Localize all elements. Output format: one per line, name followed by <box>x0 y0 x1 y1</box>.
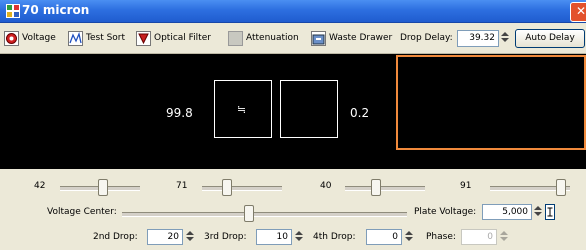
plate-voltage-spinner[interactable] <box>533 204 543 220</box>
spin-down-icon[interactable] <box>534 212 542 216</box>
voltage-button[interactable]: Voltage <box>4 30 56 46</box>
fourth-drop-spinner[interactable] <box>404 229 414 245</box>
slider-value-2: 71 <box>176 181 188 191</box>
drop-delay-field[interactable]: 39.32 <box>457 30 499 47</box>
attenuation-icon <box>228 30 243 46</box>
second-drop-label: 2nd Drop: <box>93 232 138 242</box>
spin-up-icon[interactable] <box>186 231 194 235</box>
waste-drawer-label: Waste Drawer <box>329 33 393 43</box>
slider-track-2[interactable] <box>202 186 282 191</box>
second-drop-spinner[interactable] <box>185 229 195 245</box>
slider-thumb-4[interactable] <box>556 179 566 196</box>
slider-thumb-2[interactable] <box>222 179 232 196</box>
test-sort-button[interactable]: Test Sort <box>68 30 125 46</box>
voltage-label: Voltage <box>22 33 56 43</box>
voltage-center-thumb[interactable] <box>244 205 254 222</box>
third-drop-field[interactable]: 10 <box>256 229 292 245</box>
optical-filter-label: Optical Filter <box>154 33 211 43</box>
slider-track-3[interactable] <box>345 186 425 191</box>
test-sort-label: Test Sort <box>86 33 126 43</box>
slider-value-4: 91 <box>460 181 472 191</box>
test-sort-icon <box>68 30 83 46</box>
phase-spinner[interactable] <box>499 229 509 245</box>
second-drop-field[interactable]: 20 <box>147 229 183 245</box>
spin-down-icon[interactable] <box>501 38 509 42</box>
title-bar: 70 micron ✕ <box>0 0 586 23</box>
voltage-center-track[interactable] <box>122 212 407 217</box>
auto-delay-button[interactable]: Auto Delay <box>515 29 585 48</box>
optical-filter-icon <box>136 30 151 46</box>
voltage-icon <box>4 30 19 46</box>
waste-drawer-icon <box>311 30 326 46</box>
spin-up-icon[interactable] <box>501 32 509 36</box>
app-icon <box>6 4 20 18</box>
fourth-drop-field[interactable]: 0 <box>366 229 402 245</box>
spin-down-icon[interactable] <box>295 237 303 241</box>
spin-up-icon[interactable] <box>500 231 508 235</box>
slider-thumb-3[interactable] <box>371 179 381 196</box>
right-percent: 0.2 <box>350 106 370 120</box>
center-stream-box: ≒ <box>214 80 272 138</box>
phase-label: Phase: <box>426 232 456 242</box>
third-drop-label: 3rd Drop: <box>204 232 247 242</box>
attenuation-button[interactable]: Attenuation <box>228 30 299 46</box>
slider-value-1: 42 <box>34 181 46 191</box>
spin-up-icon[interactable] <box>534 206 542 210</box>
spin-down-icon[interactable] <box>500 237 508 241</box>
plate-voltage-field[interactable]: 5,000 <box>482 204 532 220</box>
voltage-center-row: Voltage Center: Plate Voltage: 5,000 <box>0 200 586 224</box>
attenuation-label: Attenuation <box>246 33 299 43</box>
slider-thumb-1[interactable] <box>98 179 108 196</box>
slider-row: 42 71 40 91 <box>0 176 586 200</box>
fourth-drop-label: 4th Drop: <box>313 232 356 242</box>
voltage-center-label: Voltage Center: <box>47 207 117 217</box>
plate-voltage-label: Plate Voltage: <box>414 207 477 217</box>
spin-down-icon[interactable] <box>186 237 194 241</box>
waste-drawer-button[interactable]: Waste Drawer <box>311 30 392 46</box>
window-title: 70 micron <box>22 3 90 17</box>
close-button[interactable]: ✕ <box>570 2 586 22</box>
highlight-box <box>396 55 586 150</box>
toolbar: Voltage Test Sort Optical Filter Attenua… <box>0 23 586 54</box>
spin-down-icon[interactable] <box>405 237 413 241</box>
plate-voltage-lock-icon[interactable] <box>545 204 555 220</box>
optical-filter-button[interactable]: Optical Filter <box>136 30 211 46</box>
phase-field[interactable]: 0 <box>461 229 497 245</box>
spin-up-icon[interactable] <box>405 231 413 235</box>
drops-row: 2nd Drop: 20 3rd Drop: 10 4th Drop: 0 Ph… <box>0 225 586 249</box>
stream-symbol: ≒ <box>237 103 247 116</box>
drop-delay-spinner[interactable] <box>500 30 510 47</box>
spin-up-icon[interactable] <box>295 231 303 235</box>
right-stream-box <box>280 80 338 138</box>
drop-delay-label: Drop Delay: <box>400 33 453 43</box>
left-percent: 99.8 <box>166 106 193 120</box>
third-drop-spinner[interactable] <box>294 229 304 245</box>
slider-value-3: 40 <box>320 181 332 191</box>
